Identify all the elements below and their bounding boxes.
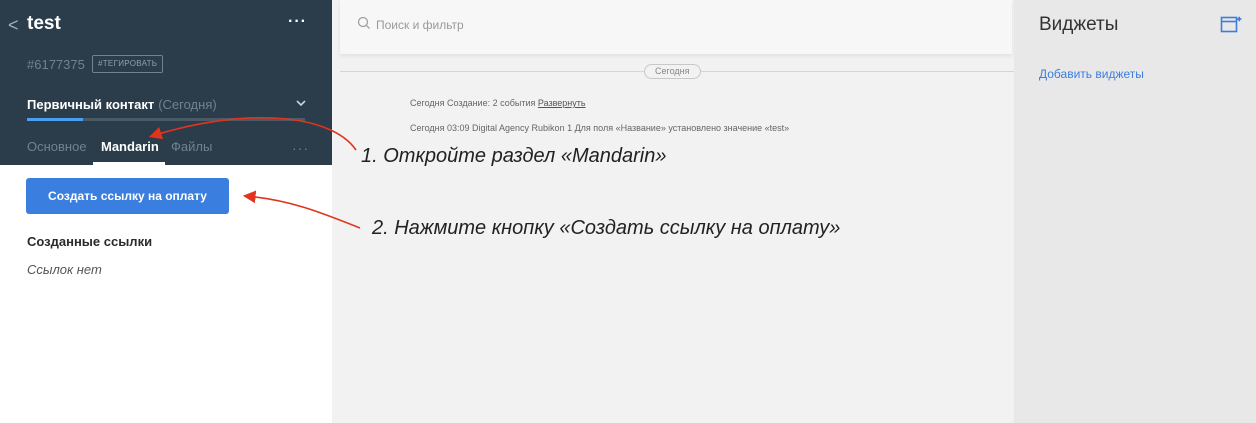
- tab-mandarin[interactable]: Mandarin: [101, 137, 159, 157]
- search-input[interactable]: [376, 16, 776, 34]
- annotation-step-1: 1. Откройте раздел «Mandarin»: [361, 145, 667, 167]
- create-payment-link-button[interactable]: Создать ссылку на оплату: [26, 178, 229, 214]
- stage-name: Первичный контакт: [27, 97, 155, 112]
- app-window: < test ··· #6177375 #ТЕГИРОВАТЬ Первичны…: [0, 0, 1256, 423]
- created-links-title: Созданные ссылки: [27, 234, 153, 249]
- tab-main[interactable]: Основное: [27, 137, 87, 157]
- expand-events-link[interactable]: Развернуть: [538, 98, 586, 108]
- no-links-text: Ссылок нет: [27, 262, 102, 277]
- search-bar: [340, 0, 1012, 54]
- widgets-panel: Виджеты Добавить виджеты: [1014, 0, 1256, 423]
- add-widget-icon[interactable]: [1220, 14, 1242, 34]
- annotation-step-2: 2. Нажмите кнопку «Создать ссылку на опл…: [372, 217, 841, 239]
- stage-progress-bar: [27, 118, 305, 121]
- widgets-title: Виджеты: [1039, 14, 1119, 35]
- feed-event: Сегодня Создание: 2 события Развернуть: [410, 97, 586, 109]
- lead-card-panel: < test ··· #6177375 #ТЕГИРОВАТЬ Первичны…: [0, 0, 332, 423]
- event-text: Сегодня Создание: 2 события: [410, 98, 538, 108]
- back-chevron-icon[interactable]: <: [8, 14, 19, 36]
- event-text: Сегодня 03:09 Digital Agency Rubikon 1 Д…: [410, 123, 790, 133]
- lead-id: #6177375: [27, 57, 85, 72]
- activity-feed: Сегодня Сегодня Создание: 2 события Разв…: [332, 0, 1014, 423]
- add-widgets-link[interactable]: Добавить виджеты: [1039, 66, 1144, 82]
- more-options-icon[interactable]: ···: [288, 12, 307, 32]
- lead-title[interactable]: test: [27, 12, 61, 36]
- stage-progress-fill: [27, 118, 83, 121]
- search-icon: [357, 16, 370, 29]
- lead-card-header: < test ··· #6177375 #ТЕГИРОВАТЬ Первичны…: [0, 0, 332, 165]
- stage-date: (Сегодня): [158, 97, 217, 112]
- feed-event: Сегодня 03:09 Digital Agency Rubikon 1 Д…: [410, 122, 789, 134]
- active-tab-indicator: [93, 162, 165, 165]
- pipeline-stage-selector[interactable]: Первичный контакт (Сегодня): [27, 97, 217, 113]
- day-label: Сегодня: [644, 64, 701, 79]
- chevron-down-icon[interactable]: [296, 96, 306, 112]
- tab-files[interactable]: Файлы: [171, 137, 212, 157]
- tag-button[interactable]: #ТЕГИРОВАТЬ: [92, 55, 164, 73]
- tabs-more-icon[interactable]: ···: [292, 138, 309, 158]
